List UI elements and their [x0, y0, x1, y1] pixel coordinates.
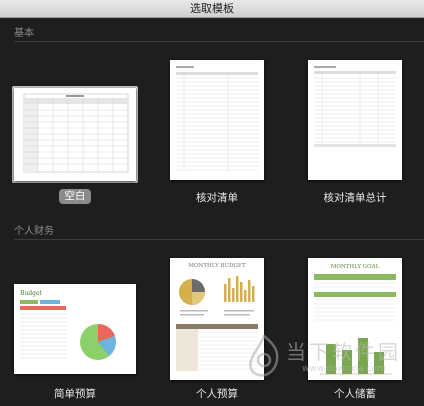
- simple-budget-doc-title: Budget: [20, 290, 43, 297]
- template-checklist-label[interactable]: 核对清单: [157, 190, 277, 205]
- watermark-brand-text: 当下软件园: [286, 340, 401, 364]
- watermark: 当下软件园 www.downxia.com: [246, 330, 416, 386]
- template-simple-budget-thumbnail[interactable]: Budget: [14, 284, 136, 374]
- personal-budget-doc-title: MONTHLY BUDGET: [188, 263, 246, 269]
- window-titlebar: 选取模板: [0, 0, 424, 18]
- template-blank-thumbnail[interactable]: [14, 88, 136, 181]
- watermark-url: www.downxia.com: [302, 364, 386, 374]
- template-personal-savings-label[interactable]: 个人储蓄: [295, 386, 415, 401]
- personal-savings-doc-title: MONTHLY GOAL: [331, 264, 380, 270]
- section-divider-basic: [14, 41, 424, 42]
- template-checklist-total-thumbnail[interactable]: [308, 60, 402, 180]
- brand-logo-icon: [249, 334, 279, 377]
- template-simple-budget-label[interactable]: 简单预算: [15, 386, 135, 401]
- window-title: 选取模板: [190, 2, 234, 15]
- section-divider-personal-finance: [14, 239, 424, 240]
- template-blank-label[interactable]: 空白: [59, 189, 91, 204]
- blank-table-preview: [23, 93, 129, 173]
- checklist-preview: [176, 66, 258, 171]
- simple-budget-preview: Budget: [20, 290, 116, 360]
- template-personal-budget-label[interactable]: 个人预算: [157, 386, 277, 401]
- section-label-basic: 基本: [14, 28, 34, 39]
- template-checklist-total-label[interactable]: 核对清单总计: [295, 190, 415, 205]
- section-label-personal-finance: 个人财务: [14, 226, 54, 237]
- template-checklist-thumbnail[interactable]: [170, 60, 264, 180]
- checklist-total-preview: [314, 66, 396, 147]
